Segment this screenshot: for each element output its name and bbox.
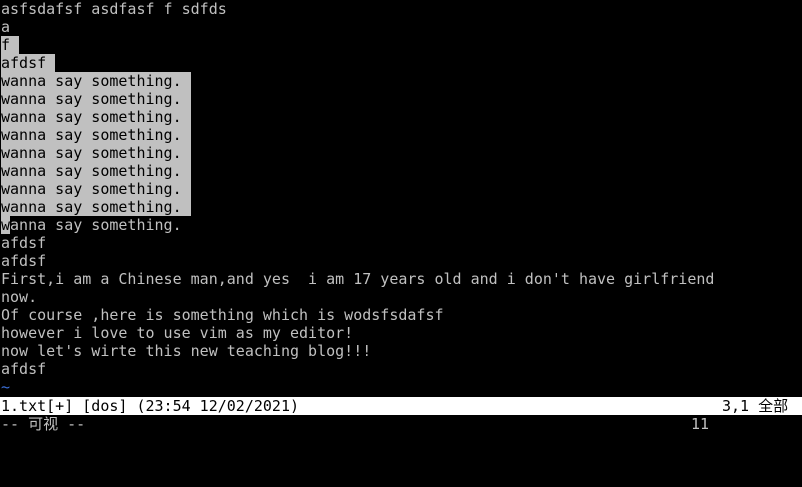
status-position: 3,1 全部 bbox=[722, 397, 789, 415]
line-text: wanna say something. bbox=[1, 126, 182, 144]
buffer-line: afdsf bbox=[0, 360, 46, 378]
buffer-line: Of course ,here is something which is wo… bbox=[0, 306, 444, 324]
line-text: wanna say something. bbox=[1, 144, 182, 162]
line-text: wanna say something. bbox=[1, 198, 182, 216]
line-text: wanna say something. bbox=[1, 108, 182, 126]
line-text: however i love to use vim as my editor! bbox=[1, 324, 354, 342]
line-text: afdsf bbox=[1, 234, 47, 252]
buffer-line: now let's wirte this new teaching blog!!… bbox=[0, 342, 371, 360]
line-text: f bbox=[1, 36, 11, 54]
buffer-line-selected: wanna say something. bbox=[0, 108, 191, 126]
line-text: a bbox=[1, 18, 11, 36]
vim-terminal[interactable]: asfsdafsf asdfasf f sdfds a f afdsf wann… bbox=[0, 0, 802, 434]
buffer-line: afdsf bbox=[0, 234, 46, 252]
buffer-line-selected: wanna say something. bbox=[0, 162, 191, 180]
visual-selection: wanna say something. bbox=[1, 108, 191, 126]
line-text: wanna say something. bbox=[1, 90, 182, 108]
line-text-rest: anna say something. bbox=[10, 216, 182, 234]
line-text: Of course ,here is something which is wo… bbox=[1, 306, 444, 324]
selection-count: 11 bbox=[691, 415, 710, 433]
buffer-line: now. bbox=[0, 288, 37, 306]
visual-selection: wanna say something. bbox=[1, 198, 191, 216]
buffer-line-cursor: wanna say something. bbox=[0, 216, 182, 234]
buffer-line-selected: wanna say something. bbox=[0, 90, 191, 108]
empty-line-tilde: ~ bbox=[1, 378, 11, 396]
visual-selection: f bbox=[1, 36, 20, 54]
line-text: now let's wirte this new teaching blog!!… bbox=[1, 342, 372, 360]
line-text: wanna say something. bbox=[1, 72, 182, 90]
line-text: wanna say something. bbox=[1, 180, 182, 198]
visual-selection: wanna say something. bbox=[1, 180, 191, 198]
visual-selection: wanna say something. bbox=[1, 72, 191, 90]
buffer-line: asfsdafsf asdfasf f sdfds bbox=[0, 0, 227, 18]
buffer-line: afdsf bbox=[0, 252, 46, 270]
buffer-line-selected: wanna say something. bbox=[0, 180, 191, 198]
buffer-line-selected: afdsf bbox=[0, 54, 56, 72]
line-text: afdsf bbox=[1, 54, 47, 72]
visual-selection: wanna say something. bbox=[1, 90, 191, 108]
line-text: wanna say something. bbox=[1, 162, 182, 180]
buffer-line: however i love to use vim as my editor! bbox=[0, 324, 353, 342]
mode-indicator: -- 可视 -- bbox=[1, 415, 86, 433]
buffer-line-selected: f bbox=[0, 36, 20, 54]
status-line: 1.txt[+] [dos] (23:54 12/02/2021) 3,1 全部 bbox=[0, 397, 802, 415]
line-text: afdsf bbox=[1, 360, 47, 378]
buffer-line: a bbox=[0, 18, 10, 36]
buffer-line-selected: wanna say something. bbox=[0, 198, 191, 216]
visual-selection: wanna say something. bbox=[1, 162, 191, 180]
visual-selection: afdsf bbox=[1, 54, 56, 72]
command-line[interactable]: -- 可视 -- 11 bbox=[0, 415, 802, 433]
buffer-line-selected: wanna say something. bbox=[0, 126, 191, 144]
buffer-line-selected: wanna say something. bbox=[0, 144, 191, 162]
visual-selection: wanna say something. bbox=[1, 144, 191, 162]
buffer-line-selected: wanna say something. bbox=[0, 72, 191, 90]
text-cursor: w bbox=[1, 216, 11, 234]
line-text: asfsdafsf asdfasf f sdfds bbox=[1, 0, 227, 18]
line-text: afdsf bbox=[1, 252, 47, 270]
line-text: now. bbox=[1, 288, 38, 306]
line-text: First,i am a Chinese man,and yes i am 17… bbox=[1, 270, 715, 288]
status-file-info: 1.txt[+] [dos] (23:54 12/02/2021) bbox=[1, 397, 300, 415]
buffer-line: First,i am a Chinese man,and yes i am 17… bbox=[0, 270, 714, 288]
visual-selection: wanna say something. bbox=[1, 126, 191, 144]
